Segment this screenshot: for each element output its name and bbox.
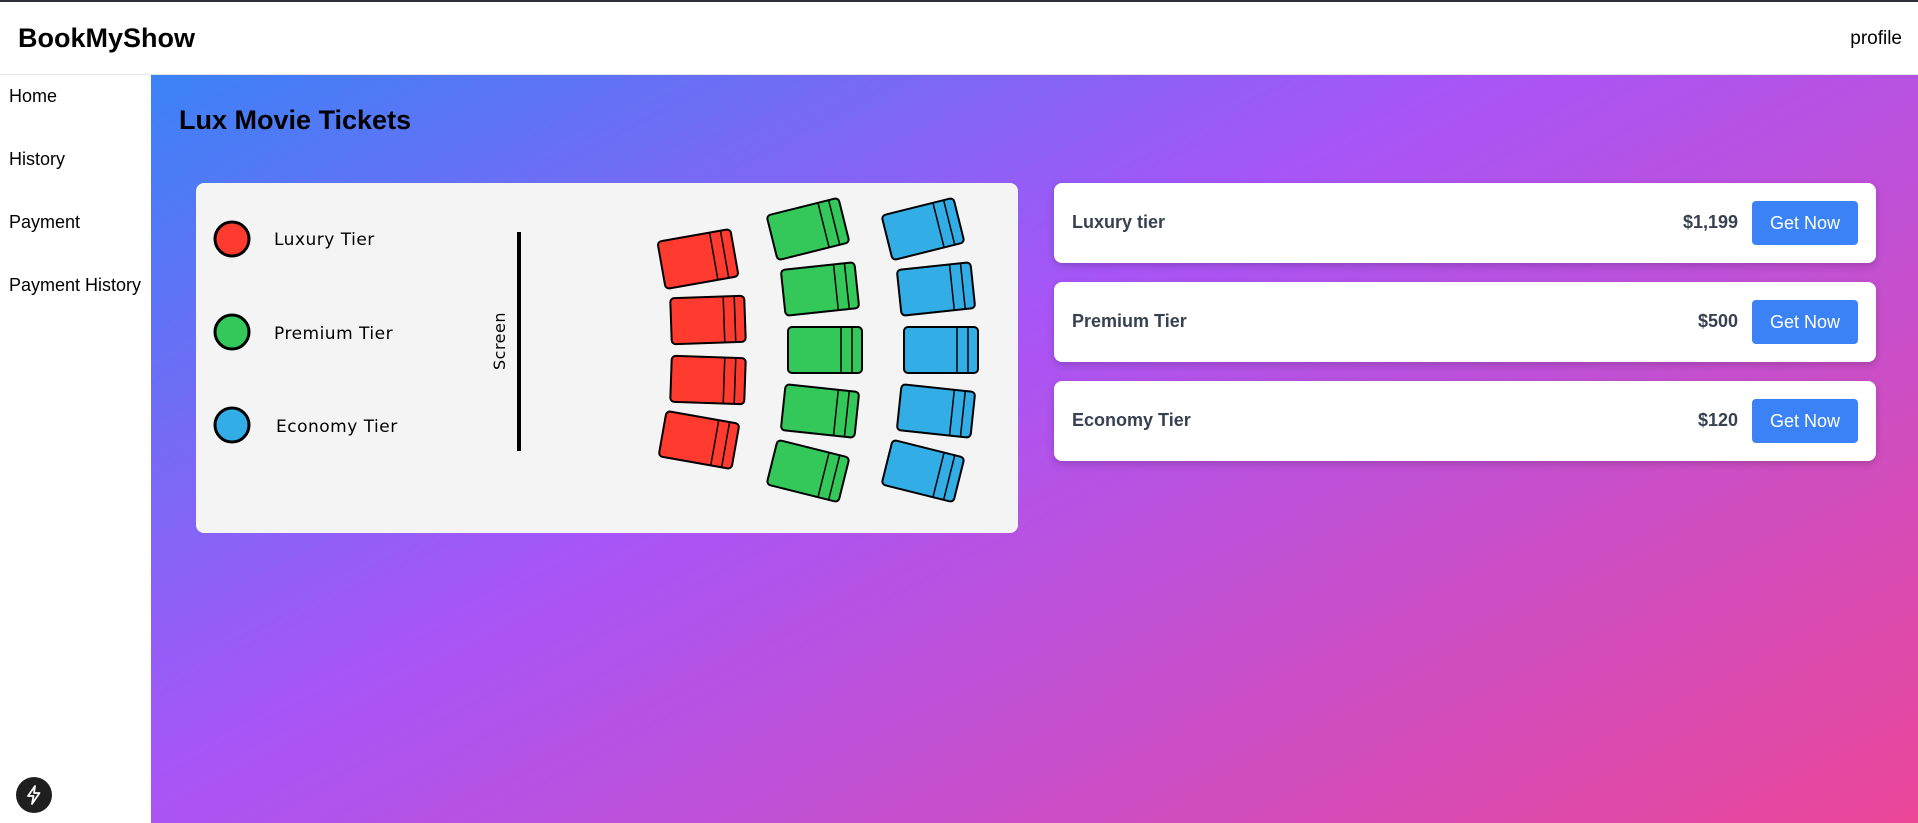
seat-economy-2[interactable] [896,261,976,317]
tier-card-luxury: Luxury tier $1,199 Get Now [1054,183,1876,263]
tier-card-premium: Premium Tier $500 Get Now [1054,282,1876,362]
seat-luxury-2[interactable] [669,294,747,346]
tier-name: Luxury tier [1072,212,1166,232]
legend-economy-dot [213,406,251,444]
seat-luxury-1[interactable] [657,228,739,290]
top-navbar: BookMyShow profile [0,0,1918,75]
tier-card-economy: Economy Tier $120 Get Now [1054,381,1876,461]
economy-seats [881,197,979,503]
sidebar: Home History Payment Payment History [0,75,151,823]
luxury-seats [657,228,747,470]
seat-luxury-3[interactable] [669,354,747,406]
seat-map-card: Luxury Tier Premium Tier Economy Tier Sc… [196,183,1018,533]
seat-premium-3[interactable] [787,326,863,374]
legend-economy-label: Economy Tier [276,417,398,437]
tier-price: $500 [1697,311,1738,331]
brand-logo[interactable]: BookMyShow [18,23,195,54]
sidebar-item-payment[interactable]: Payment [9,212,80,233]
seat-premium-1[interactable] [766,197,850,261]
seat-premium-5[interactable] [766,439,850,503]
seat-economy-5[interactable] [881,439,965,503]
sidebar-item-history[interactable]: History [9,149,65,170]
get-now-button-premium[interactable]: Get Now [1752,300,1858,344]
legend-luxury-label: Luxury Tier [274,230,375,250]
dev-tools-button[interactable] [16,777,52,813]
seat-economy-1[interactable] [881,197,965,261]
legend-premium-label: Premium Tier [274,324,393,344]
sidebar-item-payment-history[interactable]: Payment History [9,275,141,296]
tier-price: $1,199 [1682,212,1738,232]
page-title: Lux Movie Tickets [179,105,412,135]
screen-label: Screen [490,312,509,370]
legend-premium-dot [213,313,251,351]
profile-link[interactable]: profile [1850,28,1902,50]
tier-name: Premium Tier [1072,311,1187,331]
get-now-button-economy[interactable]: Get Now [1752,399,1858,443]
premium-seats [766,197,863,503]
seat-economy-3[interactable] [903,326,979,374]
seat-map-illustration: Luxury Tier Premium Tier Economy Tier Sc… [213,197,979,503]
main-content: Lux Movie Tickets Luxury Tier Premium Ti… [151,75,1918,823]
tier-name: Economy Tier [1072,410,1191,430]
seat-economy-4[interactable] [896,383,976,439]
seat-luxury-4[interactable] [658,410,740,470]
get-now-button-luxury[interactable]: Get Now [1752,201,1858,245]
tier-price: $120 [1697,410,1738,430]
lightning-bolt-icon [27,785,41,805]
sidebar-item-home[interactable]: Home [9,86,57,107]
seat-premium-2[interactable] [780,261,860,317]
seat-premium-4[interactable] [780,383,860,439]
legend-luxury-dot [213,220,251,258]
